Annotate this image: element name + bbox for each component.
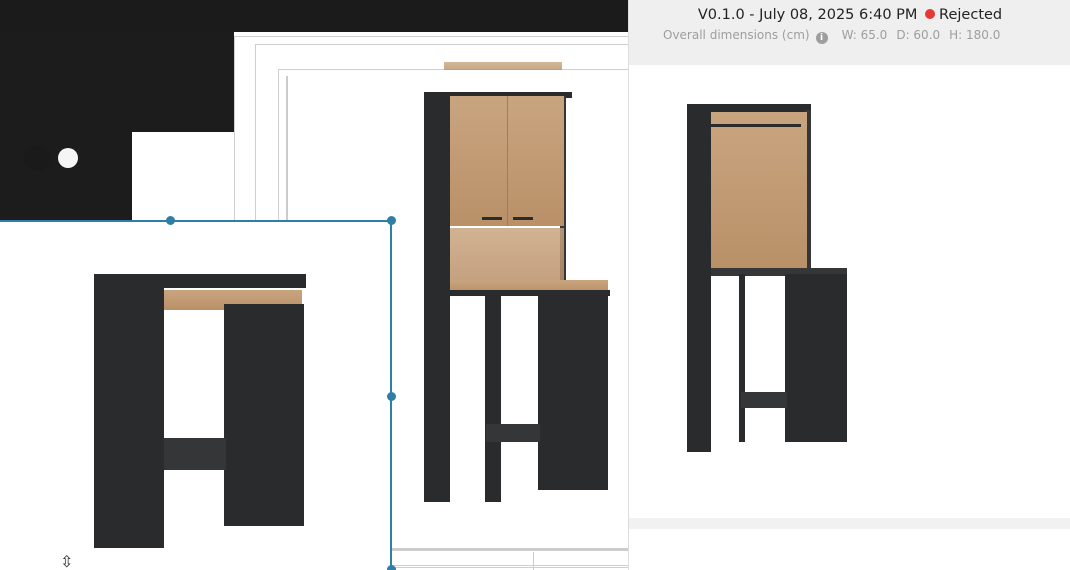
resize-handle-top-right[interactable] bbox=[387, 216, 396, 225]
version-line: V0.1.0 - July 08, 2025 6:40 PM Rejected bbox=[629, 7, 1070, 23]
hanging-rail bbox=[709, 124, 801, 127]
status-dot-icon bbox=[925, 9, 936, 19]
resize-handle-top[interactable] bbox=[166, 216, 175, 225]
round-knob-light bbox=[58, 148, 78, 168]
resize-vertical-cursor-icon: ⇳ bbox=[60, 552, 74, 570]
furniture-tall-cabinet-desk[interactable] bbox=[420, 62, 615, 507]
dimension-depth: D: 60.0 bbox=[896, 28, 941, 42]
dimensions-label: Overall dimensions (cm) bbox=[663, 28, 810, 42]
design-canvas[interactable]: ⇳ bbox=[0, 0, 628, 570]
dimensions-row: Overall dimensions (cm) i W: 65.0 D: 60.0 H:… bbox=[663, 28, 1009, 44]
version-preview-panel: V0.1.0 - July 08, 2025 6:40 PM Rejected … bbox=[628, 0, 1070, 570]
resize-handle-bottom-right[interactable] bbox=[387, 565, 396, 570]
furniture-wardrobe-desk-preview bbox=[685, 104, 905, 456]
frame-bottom-line bbox=[392, 548, 628, 550]
version-number: V0.1.0 bbox=[697, 7, 745, 23]
resize-handle-right[interactable] bbox=[387, 392, 396, 401]
version-info-bar: V0.1.0 - July 08, 2025 6:40 PM Rejected … bbox=[629, 0, 1070, 65]
round-knob-dark bbox=[24, 145, 50, 171]
version-separator: - bbox=[744, 7, 760, 23]
canvas-top-bar bbox=[0, 0, 628, 32]
dimension-width: W: 65.0 bbox=[841, 28, 888, 42]
dimension-height: H: 180.0 bbox=[949, 28, 1001, 42]
dark-panel-block bbox=[0, 32, 234, 132]
frame-divider bbox=[286, 76, 288, 236]
version-date: July 08, 2025 6:40 PM bbox=[759, 7, 918, 23]
panel-bottom-band bbox=[629, 518, 1070, 529]
furniture-small-desk[interactable] bbox=[92, 268, 307, 548]
status-badge: Rejected bbox=[939, 7, 1003, 23]
frame-bottom-tick bbox=[533, 552, 534, 570]
wardrobe-back-panel bbox=[711, 112, 807, 270]
info-icon[interactable]: i bbox=[815, 32, 828, 44]
